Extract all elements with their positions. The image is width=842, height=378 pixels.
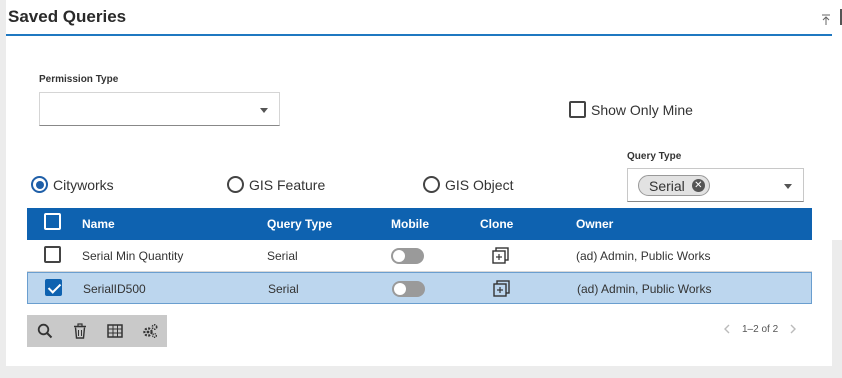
search-button[interactable] bbox=[27, 315, 62, 347]
cell-name: SerialID500 bbox=[83, 282, 146, 296]
clone-icon[interactable] bbox=[492, 247, 510, 265]
show-only-mine-label: Show Only Mine bbox=[591, 101, 693, 118]
table-header: Name Query Type Mobile Clone Owner bbox=[27, 208, 812, 240]
table-row[interactable]: SerialID500 Serial (ad) Admin, Public Wo… bbox=[27, 272, 812, 304]
queries-table: Name Query Type Mobile Clone Owner Seria… bbox=[27, 208, 812, 304]
caret-down-icon bbox=[784, 184, 792, 189]
checkbox-box[interactable] bbox=[569, 101, 586, 118]
saved-queries-panel: Saved Queries Permission Type Show Only … bbox=[6, 0, 832, 366]
delete-icon bbox=[73, 323, 86, 339]
chevron-right-icon[interactable] bbox=[786, 322, 800, 336]
cell-query-type: Serial bbox=[268, 282, 299, 296]
collapse-icon[interactable] bbox=[821, 14, 831, 26]
column-header-name[interactable]: Name bbox=[82, 217, 115, 231]
settings-icon bbox=[142, 323, 158, 338]
table-icon bbox=[106, 324, 123, 338]
pagination: 1–2 of 2 bbox=[720, 322, 800, 336]
radio-label: Cityworks bbox=[53, 176, 114, 193]
chip-remove-icon[interactable]: ✕ bbox=[691, 179, 705, 192]
caret-down-icon bbox=[260, 108, 268, 113]
column-header-owner[interactable]: Owner bbox=[576, 217, 613, 231]
radio-button[interactable] bbox=[31, 176, 48, 193]
select-all-checkbox[interactable] bbox=[44, 213, 61, 230]
mobile-toggle[interactable] bbox=[391, 248, 424, 264]
cell-name: Serial Min Quantity bbox=[82, 249, 184, 263]
query-type-select[interactable]: Serial ✕ bbox=[627, 168, 804, 202]
page-title: Saved Queries bbox=[8, 7, 127, 26]
row-checkbox[interactable] bbox=[45, 279, 62, 296]
permission-type-select[interactable] bbox=[39, 92, 280, 126]
query-type-label: Query Type bbox=[627, 151, 682, 162]
radio-label: GIS Object bbox=[445, 176, 514, 193]
clone-icon[interactable] bbox=[493, 280, 511, 298]
mobile-toggle[interactable] bbox=[392, 281, 425, 297]
cell-owner: (ad) Admin, Public Works bbox=[577, 282, 712, 296]
radio-gis-object[interactable]: GIS Object bbox=[423, 176, 513, 193]
radio-gis-feature[interactable]: GIS Feature bbox=[227, 176, 325, 193]
adjacent-panel-edge bbox=[832, 0, 842, 240]
query-type-chip: Serial ✕ bbox=[638, 175, 710, 196]
search-icon bbox=[37, 323, 52, 339]
row-checkbox[interactable] bbox=[44, 246, 61, 263]
radio-button[interactable] bbox=[423, 176, 440, 193]
column-header-mobile[interactable]: Mobile bbox=[391, 217, 429, 231]
radio-button[interactable] bbox=[227, 176, 244, 193]
panel-header: Saved Queries bbox=[6, 0, 832, 36]
column-header-query-type[interactable]: Query Type bbox=[267, 217, 332, 231]
page-range: 1–2 of 2 bbox=[742, 323, 779, 335]
permission-type-label: Permission Type bbox=[39, 74, 119, 85]
show-only-mine-checkbox[interactable]: Show Only Mine bbox=[569, 101, 693, 118]
column-header-clone[interactable]: Clone bbox=[480, 217, 513, 231]
table-view-button[interactable] bbox=[97, 315, 132, 347]
radio-cityworks[interactable]: Cityworks bbox=[31, 176, 114, 193]
settings-button[interactable] bbox=[132, 315, 167, 347]
delete-button[interactable] bbox=[62, 315, 97, 347]
chip-label: Serial bbox=[649, 177, 685, 194]
radio-label: GIS Feature bbox=[249, 176, 326, 193]
cell-owner: (ad) Admin, Public Works bbox=[576, 249, 711, 263]
chevron-left-icon[interactable] bbox=[720, 322, 734, 336]
table-row[interactable]: Serial Min Quantity Serial (ad) Admin, P… bbox=[27, 240, 812, 272]
cell-query-type: Serial bbox=[267, 249, 298, 263]
table-toolbar bbox=[27, 315, 167, 347]
